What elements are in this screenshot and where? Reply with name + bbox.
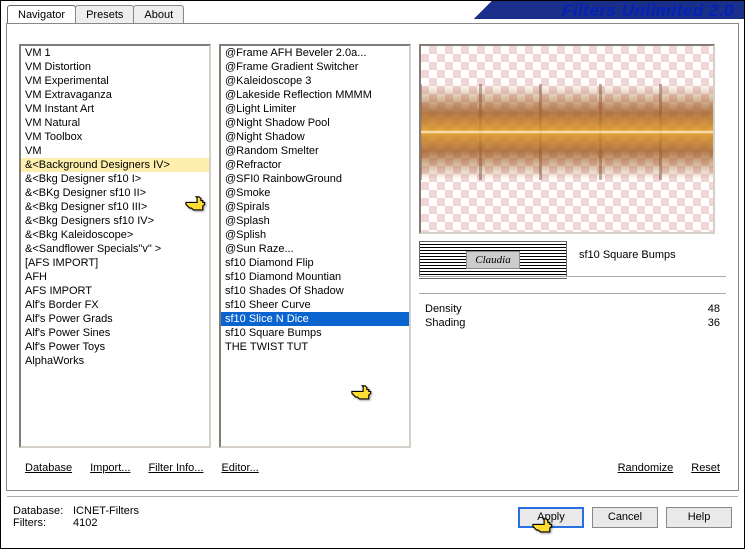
list-item[interactable]: @Splash xyxy=(221,214,409,228)
list-item[interactable]: @SFI0 RainbowGround xyxy=(221,172,409,186)
window-title: Filters Unlimited 2.0 xyxy=(562,1,734,21)
preview-box xyxy=(419,44,715,234)
param-label: Density xyxy=(425,303,462,315)
list-item[interactable]: &<Bkg Designer sf10 III> xyxy=(21,200,209,214)
list-item[interactable]: sf10 Square Bumps xyxy=(221,326,409,340)
help-button[interactable]: Help xyxy=(666,507,732,528)
list-item[interactable]: sf10 Diamond Flip xyxy=(221,256,409,270)
list-item[interactable]: VM Experimental xyxy=(21,74,209,88)
filter-listbox[interactable]: @Frame AFH Beveler 2.0a...@Frame Gradien… xyxy=(219,44,411,448)
list-item[interactable]: sf10 Diamond Mountian xyxy=(221,270,409,284)
list-item[interactable]: @Refractor xyxy=(221,158,409,172)
list-item[interactable]: @Smoke xyxy=(221,186,409,200)
filters-label: Filters: xyxy=(13,517,67,529)
list-item[interactable]: @Frame AFH Beveler 2.0a... xyxy=(221,46,409,60)
list-item[interactable]: Alf's Power Toys xyxy=(21,340,209,354)
filters-value: 4102 xyxy=(73,517,97,529)
separator-line xyxy=(419,276,726,277)
randomize-button[interactable]: Randomize xyxy=(618,462,674,474)
main-panel: VM 1VM DistortionVM ExperimentalVM Extra… xyxy=(6,23,739,491)
list-item[interactable]: &<Sandflower Specials"v" > xyxy=(21,242,209,256)
tab-strip: Navigator Presets About xyxy=(7,5,183,23)
tab-about[interactable]: About xyxy=(133,5,184,23)
list-item[interactable]: @Splish xyxy=(221,228,409,242)
list-item[interactable]: AFH xyxy=(21,270,209,284)
db-label: Database: xyxy=(13,505,67,517)
tab-navigator[interactable]: Navigator xyxy=(7,5,76,23)
list-item[interactable]: Alf's Power Grads xyxy=(21,312,209,326)
list-item[interactable]: sf10 Shades Of Shadow xyxy=(221,284,409,298)
list-item[interactable]: Alf's Power Sines xyxy=(21,326,209,340)
list-item[interactable]: [AFS IMPORT] xyxy=(21,256,209,270)
filter-info-button[interactable]: Filter Info... xyxy=(148,462,203,474)
db-value: ICNET-Filters xyxy=(73,505,139,517)
apply-button[interactable]: Apply xyxy=(518,507,584,528)
database-button[interactable]: Database xyxy=(25,462,72,474)
param-value: 36 xyxy=(708,317,720,329)
list-item[interactable]: VM Instant Art xyxy=(21,102,209,116)
list-item[interactable]: sf10 Slice N Dice xyxy=(221,312,409,326)
cancel-button[interactable]: Cancel xyxy=(592,507,658,528)
list-item[interactable]: sf10 Sheer Curve xyxy=(221,298,409,312)
list-item[interactable]: &<Bkg Kaleidoscope> xyxy=(21,228,209,242)
list-item[interactable]: Alf's Border FX xyxy=(21,298,209,312)
list-item[interactable]: AFS IMPORT xyxy=(21,284,209,298)
list-item[interactable]: &<Bkg Designer sf10 I> xyxy=(21,172,209,186)
list-item[interactable]: @Night Shadow xyxy=(221,130,409,144)
author-badge: Claudia xyxy=(419,241,567,279)
param-row[interactable]: Shading 36 xyxy=(419,316,726,330)
list-item[interactable]: @Sun Raze... xyxy=(221,242,409,256)
param-row[interactable]: Density 48 xyxy=(419,302,726,316)
preview-image xyxy=(419,84,715,180)
author-name: Claudia xyxy=(466,251,519,269)
separator-line-2 xyxy=(419,293,726,294)
list-item[interactable]: @Kaleidoscope 3 xyxy=(221,74,409,88)
selected-filter-name: sf10 Square Bumps xyxy=(579,249,676,261)
list-item[interactable]: @Night Shadow Pool xyxy=(221,116,409,130)
param-label: Shading xyxy=(425,317,465,329)
list-item[interactable]: &<Background Designers IV> xyxy=(21,158,209,172)
list-item[interactable]: @Spirals xyxy=(221,200,409,214)
parameter-list: Density 48 Shading 36 xyxy=(419,302,726,330)
list-item[interactable]: @Random Smelter xyxy=(221,144,409,158)
editor-button[interactable]: Editor... xyxy=(221,462,258,474)
tab-presets[interactable]: Presets xyxy=(75,5,134,23)
list-item[interactable]: VM 1 xyxy=(21,46,209,60)
list-item[interactable]: VM Distortion xyxy=(21,60,209,74)
list-item[interactable]: VM xyxy=(21,144,209,158)
list-item[interactable]: VM Extravaganza xyxy=(21,88,209,102)
param-value: 48 xyxy=(708,303,720,315)
list-item[interactable]: &<BKg Designer sf10 II> xyxy=(21,186,209,200)
status-info: Database: ICNET-Filters Filters: 4102 xyxy=(13,505,139,529)
list-item[interactable]: @Light Limiter xyxy=(221,102,409,116)
list-item[interactable]: AlphaWorks xyxy=(21,354,209,368)
list-item[interactable]: THE TWIST TUT xyxy=(221,340,409,354)
reset-button[interactable]: Reset xyxy=(691,462,720,474)
list-item[interactable]: &<Bkg Designers sf10 IV> xyxy=(21,214,209,228)
import-button[interactable]: Import... xyxy=(90,462,130,474)
category-listbox[interactable]: VM 1VM DistortionVM ExperimentalVM Extra… xyxy=(19,44,211,448)
list-item[interactable]: @Frame Gradient Switcher xyxy=(221,60,409,74)
list-item[interactable]: @Lakeside Reflection MMMM xyxy=(221,88,409,102)
list-item[interactable]: VM Natural xyxy=(21,116,209,130)
list-item[interactable]: VM Toolbox xyxy=(21,130,209,144)
